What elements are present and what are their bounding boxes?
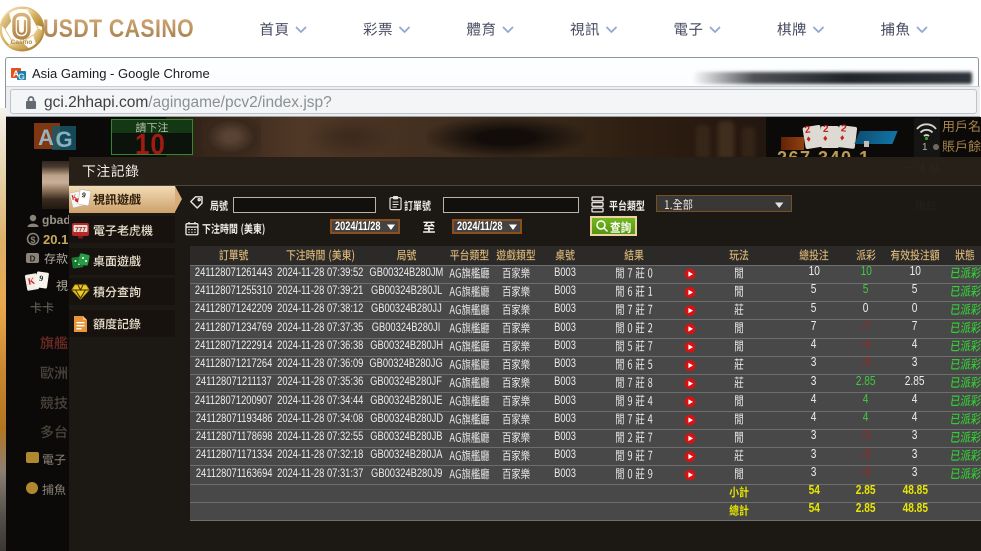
svg-text:Casino: Casino — [11, 39, 33, 46]
svg-text:G: G — [55, 127, 72, 152]
svg-text:A: A — [38, 125, 54, 150]
svg-text:G: G — [18, 71, 25, 81]
